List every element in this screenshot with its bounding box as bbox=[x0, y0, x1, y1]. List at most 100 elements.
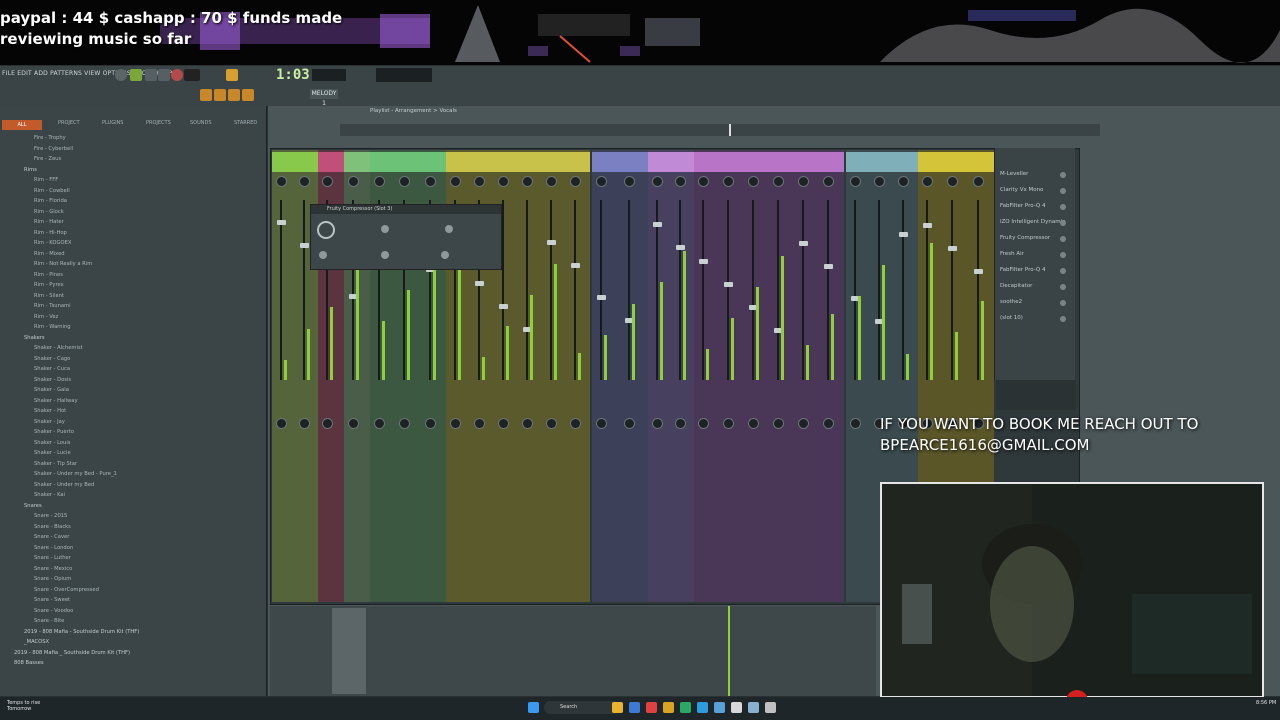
volume-fader[interactable] bbox=[300, 243, 309, 248]
browser-item[interactable]: Snare - Caver bbox=[34, 534, 69, 540]
pan-knob[interactable] bbox=[276, 176, 287, 187]
browser-folder[interactable]: 808 Basses bbox=[14, 660, 44, 666]
browser-item[interactable]: Rim - Warning bbox=[34, 324, 71, 330]
browser-item[interactable]: Snare - Bite bbox=[34, 618, 64, 624]
browser-item[interactable]: Rim - FFF bbox=[34, 177, 58, 183]
pan-knob[interactable] bbox=[474, 176, 485, 187]
mixer-channel-header[interactable] bbox=[370, 152, 446, 172]
fx-slot-enable-icon[interactable] bbox=[1060, 204, 1066, 210]
send-knob[interactable] bbox=[798, 418, 809, 429]
clock[interactable]: 8:56 PM bbox=[1256, 700, 1276, 706]
send-knob[interactable] bbox=[823, 418, 834, 429]
mixer-channel-header[interactable] bbox=[846, 152, 918, 172]
pan-knob[interactable] bbox=[424, 176, 436, 187]
browser-folder[interactable]: _MACOSX bbox=[24, 639, 49, 645]
browser-item[interactable]: Rim - KOGOEX bbox=[34, 240, 71, 246]
volume-fader[interactable] bbox=[571, 263, 580, 268]
send-knob[interactable] bbox=[675, 418, 686, 429]
send-knob[interactable] bbox=[522, 418, 533, 429]
pan-knob[interactable] bbox=[675, 176, 686, 187]
browser-item[interactable]: Rim - Mixed bbox=[34, 251, 65, 257]
volume-fader[interactable] bbox=[499, 304, 508, 309]
send-knob[interactable] bbox=[624, 418, 635, 429]
fx-slot[interactable]: (slot 10) bbox=[1000, 315, 1023, 321]
browser-item[interactable]: Rim - Silent bbox=[34, 293, 64, 299]
fx-slot-enable-icon[interactable] bbox=[1060, 188, 1066, 194]
send-knob[interactable] bbox=[698, 418, 709, 429]
fx-slot-enable-icon[interactable] bbox=[1060, 316, 1066, 322]
browser-item[interactable]: Shaker - Hot bbox=[34, 408, 66, 414]
browser-item[interactable]: Shaker - Dosis bbox=[34, 377, 71, 383]
send-knob[interactable] bbox=[450, 418, 461, 429]
browser-item[interactable]: Rim - Pyrex bbox=[34, 282, 64, 288]
threshold-knob[interactable] bbox=[317, 221, 335, 239]
browser-tab-all[interactable]: ALL bbox=[2, 120, 42, 130]
volume-fader[interactable] bbox=[824, 264, 833, 269]
browser-item[interactable]: Shaker - Tip Star bbox=[34, 461, 77, 467]
delete-tool-icon[interactable] bbox=[242, 89, 254, 101]
browser-item[interactable]: Shaker - Lucie bbox=[34, 450, 71, 456]
browser-folder[interactable]: Rims bbox=[24, 167, 37, 173]
taskbar-app-icon[interactable] bbox=[714, 702, 725, 713]
send-knob[interactable] bbox=[723, 418, 734, 429]
fx-slot[interactable]: M-Leveller bbox=[1000, 171, 1028, 177]
browser-item[interactable]: Snare - OverCompressed bbox=[34, 587, 99, 593]
gain-knob[interactable] bbox=[445, 225, 453, 233]
pan-knob[interactable] bbox=[698, 176, 709, 187]
pan-knob[interactable] bbox=[652, 176, 663, 187]
browser-item[interactable]: Snare - 2015 bbox=[34, 513, 67, 519]
fx-slot-enable-icon[interactable] bbox=[1060, 220, 1066, 226]
taskbar-app-icon[interactable] bbox=[612, 702, 623, 713]
metronome-icon[interactable] bbox=[226, 69, 238, 81]
mixer-channel-header[interactable] bbox=[592, 152, 648, 172]
pan-knob[interactable] bbox=[874, 176, 885, 187]
browser-item[interactable]: Snare - Sweet bbox=[34, 597, 70, 603]
taskbar-app-icon[interactable] bbox=[629, 702, 640, 713]
fx-slot-enable-icon[interactable] bbox=[1060, 236, 1066, 242]
playlist-tracks-area[interactable] bbox=[270, 606, 876, 696]
browser-tab-plugins[interactable]: PLUGINS bbox=[102, 120, 123, 126]
volume-fader[interactable] bbox=[676, 245, 685, 250]
fx-slot[interactable]: FabFilter Pro-Q 4 bbox=[1000, 203, 1045, 209]
fx-slot[interactable]: FabFilter Pro-Q 4 bbox=[1000, 267, 1045, 273]
stop-button[interactable] bbox=[158, 69, 170, 81]
send-knob[interactable] bbox=[322, 418, 333, 429]
browser-item[interactable]: Rim - Not Really a Rim bbox=[34, 261, 92, 267]
paint-tool-icon[interactable] bbox=[228, 89, 240, 101]
volume-fader[interactable] bbox=[653, 222, 662, 227]
mixer-channel-group[interactable] bbox=[648, 150, 694, 602]
taskbar-app-icon[interactable] bbox=[748, 702, 759, 713]
pan-knob[interactable] bbox=[798, 176, 809, 187]
volume-fader[interactable] bbox=[699, 259, 708, 264]
browser-item[interactable]: Snare - Voodoo bbox=[34, 608, 73, 614]
fx-slot[interactable]: Decapitator bbox=[1000, 283, 1032, 289]
browser-item[interactable]: Rim - Pines bbox=[34, 272, 63, 278]
send-knob[interactable] bbox=[474, 418, 485, 429]
volume-fader[interactable] bbox=[948, 246, 958, 251]
browser-folder[interactable]: Shakers bbox=[24, 335, 45, 341]
pan-knob[interactable] bbox=[322, 176, 333, 187]
mixer-channel-header[interactable] bbox=[318, 152, 344, 172]
browser-item[interactable]: Fire - Cyberbell bbox=[34, 146, 73, 152]
play-mode-icon[interactable] bbox=[115, 69, 127, 81]
browser-item[interactable]: Shaker - Cuca bbox=[34, 366, 70, 372]
fx-slot[interactable]: Fruity Compressor bbox=[1000, 235, 1050, 241]
browser-item[interactable]: Rim - Hi-Hop bbox=[34, 230, 67, 236]
mixer-channel-header[interactable] bbox=[272, 152, 318, 172]
send-knob[interactable] bbox=[748, 418, 759, 429]
send-knob[interactable] bbox=[596, 418, 607, 429]
send-knob[interactable] bbox=[498, 418, 509, 429]
pan-knob[interactable] bbox=[898, 176, 909, 187]
browser-item[interactable]: Shaker - Alchemist bbox=[34, 345, 83, 351]
pan-knob[interactable] bbox=[570, 176, 581, 187]
browser-folder[interactable]: 2019 - 808 Mafia - Southside Drum Kit (T… bbox=[24, 629, 139, 635]
play-button[interactable] bbox=[145, 69, 157, 81]
pan-knob[interactable] bbox=[299, 176, 310, 187]
fx-slot-enable-icon[interactable] bbox=[1060, 268, 1066, 274]
volume-fader[interactable] bbox=[973, 269, 983, 274]
fx-slot-enable-icon[interactable] bbox=[1060, 300, 1066, 306]
volume-fader[interactable] bbox=[597, 295, 606, 300]
browser-item[interactable]: Rim - Hater bbox=[34, 219, 64, 225]
browser-item[interactable]: Shaker - Puerto bbox=[34, 429, 74, 435]
browser-item[interactable]: Shaker - Louis bbox=[34, 440, 70, 446]
